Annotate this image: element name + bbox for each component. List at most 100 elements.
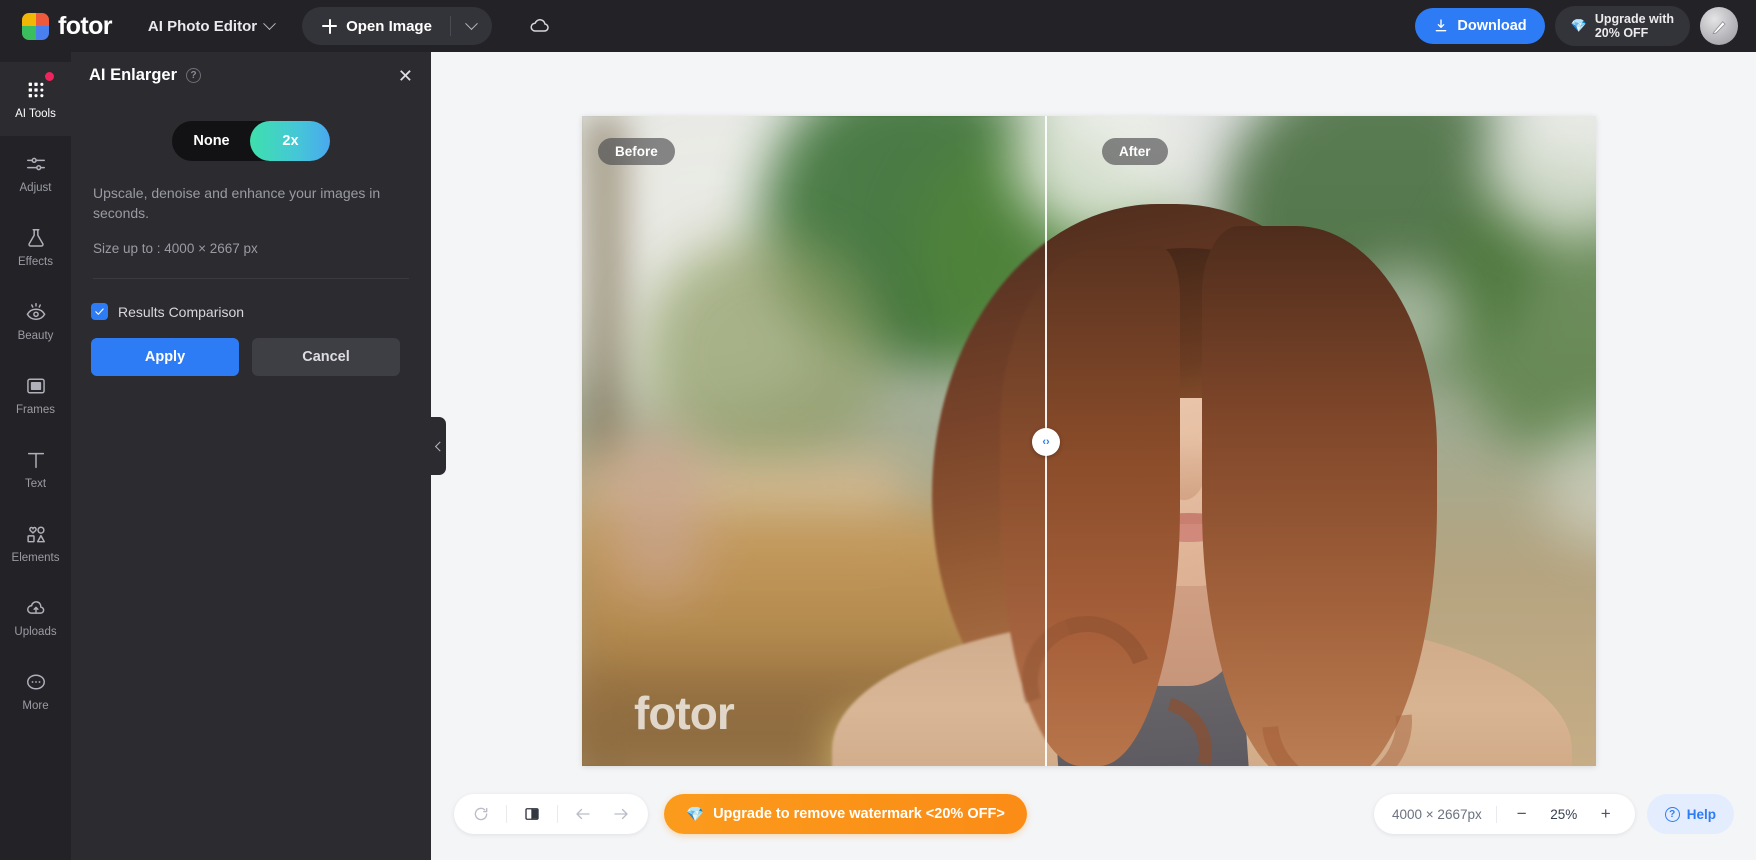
reset-icon: [474, 807, 488, 821]
results-comparison-checkbox[interactable]: Results Comparison: [91, 303, 431, 320]
promo-label: Upgrade to remove watermark <20% OFF>: [713, 806, 1005, 822]
question-icon[interactable]: ?: [186, 68, 202, 83]
chevron-down-icon: [263, 16, 276, 30]
cancel-button[interactable]: Cancel: [252, 338, 400, 376]
cloud-icon: [530, 19, 549, 32]
chevron-left-icon: [434, 441, 445, 451]
sidebar-item-label: Elements: [11, 552, 60, 564]
divider: [1495, 805, 1497, 823]
avatar-icon: [1711, 20, 1726, 34]
text-t-icon: [24, 448, 48, 472]
zoom-in-button[interactable]: +: [1595, 803, 1617, 825]
brand-name: fotor: [58, 11, 113, 40]
eye-sparkle-icon: [24, 300, 48, 324]
fotor-editor-app: fotor AI Photo Editor Open Image Downloa…: [0, 0, 1756, 860]
sidebar-item-effects[interactable]: Effects: [0, 210, 71, 284]
results-comparison-label: Results Comparison: [118, 303, 245, 320]
sidebar-item-label: Adjust: [19, 182, 52, 194]
remove-watermark-promo-button[interactable]: 💎 Upgrade to remove watermark <20% OFF>: [664, 794, 1027, 834]
sidebar-item-label: AI Tools: [15, 108, 56, 120]
gem-icon: 💎: [686, 806, 705, 823]
grid-dots-icon: [24, 78, 48, 102]
scale-option-2x[interactable]: 2x: [251, 121, 330, 161]
before-image: [582, 116, 1045, 766]
zoom-controls-group: 4000 × 2667px − 25% + ? Help: [1374, 794, 1734, 834]
fotor-logo-icon: [22, 12, 49, 40]
cloud-save-button[interactable]: [522, 8, 558, 44]
sidebar-item-label: More: [22, 700, 49, 712]
before-label: Before: [598, 138, 675, 165]
checkbox-checked-icon: [91, 303, 108, 320]
sidebar-item-elements[interactable]: Elements: [0, 506, 71, 580]
cloud-upload-icon: [24, 596, 48, 620]
upgrade-line-2: 20% OFF: [1594, 26, 1649, 40]
image-preview[interactable]: fotor Before After ‹›: [582, 116, 1596, 766]
apply-button[interactable]: Apply: [91, 338, 239, 376]
enlarger-settings-card: None 2x Upscale, denoise and enhance you…: [93, 121, 409, 279]
editor-mode-label: AI Photo Editor: [147, 17, 258, 35]
bottom-toolbar: 💎 Upgrade to remove watermark <20% OFF> …: [431, 768, 1756, 860]
sidebar-item-adjust[interactable]: Adjust: [0, 136, 71, 210]
collapse-panel-button[interactable]: [431, 417, 446, 475]
flask-icon: [24, 226, 48, 250]
sliders-icon: [24, 152, 48, 176]
help-label: Help: [1686, 806, 1716, 822]
divider: [506, 805, 507, 823]
plus-icon: [322, 18, 338, 34]
reset-button[interactable]: [464, 797, 498, 831]
sidebar-item-beauty[interactable]: Beauty: [0, 284, 71, 358]
zoom-pill: 4000 × 2667px − 25% +: [1374, 794, 1635, 834]
ai-enlarger-panel: AI Enlarger ? ✕ None 2x Upscale, denoise…: [71, 52, 431, 860]
sidebar-item-frames[interactable]: Frames: [0, 358, 71, 432]
zoom-level: 25%: [1550, 806, 1578, 822]
brand-logo[interactable]: fotor: [22, 11, 113, 41]
redo-arrow-icon: [614, 808, 628, 820]
scale-option-none[interactable]: None: [172, 121, 251, 161]
open-image-button[interactable]: Open Image: [302, 7, 450, 45]
gem-icon: 💎: [1570, 18, 1587, 33]
close-icon[interactable]: ✕: [398, 67, 413, 85]
panel-header: AI Enlarger ? ✕: [71, 52, 431, 95]
open-image-dropdown-button[interactable]: [451, 7, 492, 45]
open-image-label: Open Image: [346, 17, 432, 35]
history-tools: [454, 794, 648, 834]
left-right-arrows-icon: ‹›: [1042, 435, 1050, 448]
download-label: Download: [1457, 18, 1527, 34]
sidebar-item-uploads[interactable]: Uploads: [0, 580, 71, 654]
panel-title: AI Enlarger: [89, 66, 178, 84]
upgrade-line-1: Upgrade with: [1594, 12, 1674, 26]
top-bar-actions: Download 💎 Upgrade with 20% OFF: [1415, 0, 1738, 52]
question-circle-icon: ?: [1664, 806, 1680, 822]
zoom-out-button[interactable]: −: [1511, 803, 1533, 825]
undo-arrow-icon: [576, 808, 590, 820]
sidebar-item-label: Effects: [18, 256, 53, 268]
download-button[interactable]: Download: [1415, 8, 1545, 44]
avatar[interactable]: [1700, 7, 1738, 45]
sidebar-item-label: Text: [24, 478, 47, 490]
open-image-group: Open Image: [302, 7, 492, 45]
canvas-area: fotor Before After ‹› 💎 Upgrade to remov…: [431, 52, 1756, 860]
chevron-down-icon: [465, 16, 478, 30]
split-compare-icon: [525, 808, 539, 820]
top-bar: fotor AI Photo Editor Open Image Downloa…: [0, 0, 1756, 52]
sidebar-item-label: Uploads: [14, 626, 57, 638]
image-dimensions: 4000 × 2667px: [1392, 806, 1482, 822]
sidebar-item-ai-tools[interactable]: AI Tools: [0, 62, 71, 136]
notification-badge: [45, 72, 54, 81]
scale-toggle-group[interactable]: None 2x: [172, 121, 330, 161]
watermark: fotor: [634, 687, 735, 739]
left-sidebar: AI Tools Adjust Effects Beauty Frames Te…: [0, 52, 71, 860]
panel-size-note: Size up to : 4000 × 2667 px: [93, 241, 258, 256]
compare-toggle-button[interactable]: [515, 797, 549, 831]
sidebar-item-label: Frames: [16, 404, 55, 416]
redo-button[interactable]: [604, 797, 638, 831]
sidebar-item-more[interactable]: More: [0, 654, 71, 728]
sidebar-item-label: Beauty: [17, 330, 54, 342]
help-button[interactable]: ? Help: [1646, 794, 1734, 834]
comparison-slider-handle[interactable]: ‹›: [1032, 428, 1060, 456]
sidebar-item-text[interactable]: Text: [0, 432, 71, 506]
upgrade-button[interactable]: 💎 Upgrade with 20% OFF: [1554, 6, 1690, 46]
undo-button[interactable]: [566, 797, 600, 831]
editor-mode-dropdown[interactable]: AI Photo Editor: [147, 16, 276, 35]
frame-icon: [24, 374, 48, 398]
